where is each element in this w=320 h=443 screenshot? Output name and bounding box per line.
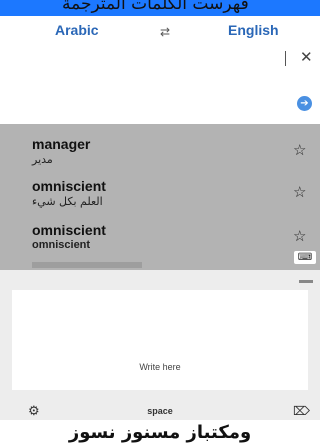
text-cursor <box>285 51 286 66</box>
star-icon[interactable]: ☆ <box>293 227 306 245</box>
suggestion-translation: مدير <box>32 153 53 166</box>
footer-text: ومكتباز مسنوز نسوز <box>68 422 252 443</box>
target-language-button[interactable]: English <box>228 22 279 38</box>
translate-arrow-icon[interactable]: ➔ <box>297 96 312 111</box>
clear-icon[interactable]: ✕ <box>300 48 313 66</box>
list-item[interactable]: omniscient omniscient ☆ <box>0 222 320 264</box>
swap-languages-icon[interactable]: ⇄ <box>160 25 170 39</box>
suggestion-translation: العلم بكل شيء <box>32 195 103 208</box>
source-language-button[interactable]: Arabic <box>55 22 99 38</box>
handwriting-panel: Write here <box>0 270 320 406</box>
suggestion-list: manager مدير ☆ omniscient العلم بكل شيء … <box>0 124 320 270</box>
handwriting-canvas[interactable]: Write here <box>12 290 308 390</box>
suggestion-word: manager <box>32 136 91 152</box>
star-icon[interactable]: ☆ <box>293 183 306 201</box>
suggestion-word: omniscient <box>32 222 106 238</box>
space-key[interactable]: space <box>0 406 320 416</box>
keyboard-icon[interactable]: ⌨ <box>294 251 316 264</box>
text-input-area[interactable]: ✕ ➔ <box>0 46 320 124</box>
top-text: فهرست الكلمات المترجمة <box>62 0 249 14</box>
language-bar: Arabic ⇄ English <box>0 16 320 46</box>
panel-drag-handle[interactable] <box>299 280 313 283</box>
keyboard-bar: ⚙ space ⌦ <box>0 403 320 420</box>
suggestion-translation: omniscient <box>32 239 91 251</box>
write-here-hint: Write here <box>139 362 181 372</box>
list-item[interactable]: manager مدير ☆ <box>0 136 320 178</box>
partial-list-item <box>32 262 142 268</box>
star-icon[interactable]: ☆ <box>293 141 306 159</box>
suggestion-word: omniscient <box>32 178 106 194</box>
top-status-bar: فهرست الكلمات المترجمة <box>0 0 320 16</box>
list-item[interactable]: omniscient العلم بكل شيء ☆ <box>0 178 320 220</box>
backspace-icon[interactable]: ⌦ <box>293 404 310 418</box>
footer-caption: ومكتباز مسنوز نسوز <box>0 420 320 443</box>
